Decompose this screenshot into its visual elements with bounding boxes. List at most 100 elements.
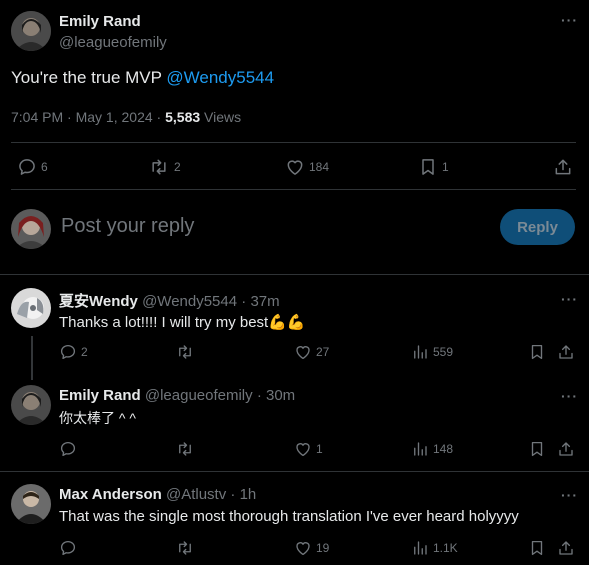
main-tweet-text: You're the true MVP @Wendy5544 bbox=[11, 68, 274, 88]
more-options-icon[interactable]: ··· bbox=[561, 388, 578, 404]
retweet-action[interactable] bbox=[175, 539, 199, 557]
analytics-icon bbox=[411, 539, 429, 557]
reply-count: 6 bbox=[41, 160, 48, 174]
like-count: 19 bbox=[316, 541, 330, 555]
retweet-action[interactable]: 2 bbox=[148, 157, 181, 177]
share-icon bbox=[553, 157, 573, 177]
main-tweet-text-body: You're the true MVP bbox=[11, 68, 167, 87]
views-count: 148 bbox=[433, 442, 454, 456]
retweet-action[interactable] bbox=[175, 343, 199, 361]
reply-time[interactable]: 30m bbox=[266, 387, 295, 404]
more-options-icon[interactable]: ··· bbox=[561, 291, 578, 307]
share-action[interactable] bbox=[553, 157, 573, 177]
views-count: 559 bbox=[433, 345, 454, 359]
mention-link[interactable]: @Wendy5544 bbox=[166, 68, 274, 87]
retweet-icon bbox=[175, 440, 195, 458]
reply-author-avatar[interactable] bbox=[11, 288, 51, 328]
reply-count: 2 bbox=[81, 345, 88, 359]
retweet-icon bbox=[175, 539, 195, 557]
share-icon bbox=[557, 539, 575, 557]
retweet-count: 2 bbox=[174, 160, 181, 174]
retweet-action[interactable] bbox=[175, 440, 199, 458]
reply-icon bbox=[59, 343, 77, 361]
divider bbox=[0, 274, 589, 275]
divider bbox=[11, 142, 576, 143]
main-tweet-meta: 7:04 PM · May 1, 2024 · 5,583 Views bbox=[11, 109, 241, 125]
reply-text: Thanks a lot!!!! I will try my best💪💪 bbox=[59, 313, 306, 331]
bookmark-action[interactable] bbox=[528, 343, 546, 361]
like-action[interactable]: 27 bbox=[294, 343, 329, 361]
like-count: 184 bbox=[309, 160, 330, 174]
current-user-avatar[interactable] bbox=[11, 209, 51, 249]
header-separator: · bbox=[230, 486, 236, 503]
analytics-icon bbox=[411, 440, 429, 458]
reply-time[interactable]: 37m bbox=[250, 293, 279, 310]
bookmark-action[interactable]: 1 bbox=[418, 157, 449, 177]
share-action[interactable] bbox=[557, 343, 575, 361]
views-count: 5,583 bbox=[165, 109, 201, 125]
heart-icon bbox=[285, 157, 305, 177]
bookmark-icon bbox=[418, 157, 438, 177]
reply-author-avatar[interactable] bbox=[11, 484, 51, 524]
heart-icon bbox=[294, 539, 312, 557]
reply-header: Emily Rand @leagueofemily · 30m bbox=[59, 387, 295, 404]
reply-input[interactable]: Post your reply bbox=[61, 215, 194, 238]
like-count: 27 bbox=[316, 345, 330, 359]
reply-icon bbox=[59, 440, 77, 458]
share-icon bbox=[557, 343, 575, 361]
reply-author-avatar[interactable] bbox=[11, 385, 51, 425]
views-label: Views bbox=[204, 109, 242, 125]
reply-action[interactable]: 2 bbox=[59, 343, 88, 361]
reply-author-name[interactable]: Emily Rand bbox=[59, 387, 141, 404]
share-icon bbox=[557, 440, 575, 458]
main-author-avatar[interactable] bbox=[11, 11, 51, 51]
retweet-icon bbox=[148, 157, 170, 177]
reply-author-name[interactable]: Max Anderson bbox=[59, 486, 162, 503]
reply-header: Max Anderson @Atlustv · 1h bbox=[59, 486, 256, 503]
header-separator: · bbox=[256, 387, 262, 404]
bookmark-action[interactable] bbox=[528, 539, 546, 557]
views-count: 1.1K bbox=[433, 541, 458, 555]
more-options-icon[interactable]: ··· bbox=[561, 12, 578, 28]
bookmark-icon bbox=[528, 539, 546, 557]
divider bbox=[11, 189, 576, 190]
heart-icon bbox=[294, 440, 312, 458]
bookmark-action[interactable] bbox=[528, 440, 546, 458]
retweet-icon bbox=[175, 343, 195, 361]
more-options-icon[interactable]: ··· bbox=[561, 487, 578, 503]
tweet-time[interactable]: 7:04 PM bbox=[11, 109, 63, 125]
bookmark-count: 1 bbox=[442, 160, 449, 174]
reply-action[interactable]: 6 bbox=[17, 157, 48, 177]
reply-text-body: Thanks a lot!!!! I will try my best bbox=[59, 314, 269, 331]
main-author-handle[interactable]: @leagueofemily bbox=[59, 34, 167, 51]
like-action[interactable]: 184 bbox=[285, 157, 329, 177]
bookmark-icon bbox=[528, 440, 546, 458]
reply-action[interactable] bbox=[59, 539, 81, 557]
thread-line bbox=[31, 336, 33, 380]
share-action[interactable] bbox=[557, 539, 575, 557]
reply-icon bbox=[59, 539, 77, 557]
meta-separator: · bbox=[67, 109, 72, 125]
reply-action[interactable] bbox=[59, 440, 81, 458]
like-action[interactable]: 19 bbox=[294, 539, 329, 557]
main-author-name[interactable]: Emily Rand bbox=[59, 13, 141, 30]
like-count: 1 bbox=[316, 442, 323, 456]
views-action[interactable]: 559 bbox=[411, 343, 453, 361]
heart-icon bbox=[294, 343, 312, 361]
views-action[interactable]: 1.1K bbox=[411, 539, 458, 557]
reply-time[interactable]: 1h bbox=[240, 486, 257, 503]
reply-button[interactable]: Reply bbox=[500, 209, 575, 245]
reply-author-handle[interactable]: @Atlustv bbox=[166, 486, 226, 503]
share-action[interactable] bbox=[557, 440, 575, 458]
like-action[interactable]: 1 bbox=[294, 440, 323, 458]
tweet-date[interactable]: May 1, 2024 bbox=[76, 109, 153, 125]
reply-author-name[interactable]: 夏安Wendy bbox=[59, 293, 138, 310]
bookmark-icon bbox=[528, 343, 546, 361]
analytics-icon bbox=[411, 343, 429, 361]
reply-header: 夏安Wendy @Wendy5544 · 37m bbox=[59, 290, 280, 311]
header-separator: · bbox=[241, 293, 247, 310]
reply-author-handle[interactable]: @leagueofemily bbox=[145, 387, 253, 404]
views-action[interactable]: 148 bbox=[411, 440, 453, 458]
reply-author-handle[interactable]: @Wendy5544 bbox=[142, 293, 237, 310]
reply-text: That was the single most thorough transl… bbox=[59, 508, 519, 525]
